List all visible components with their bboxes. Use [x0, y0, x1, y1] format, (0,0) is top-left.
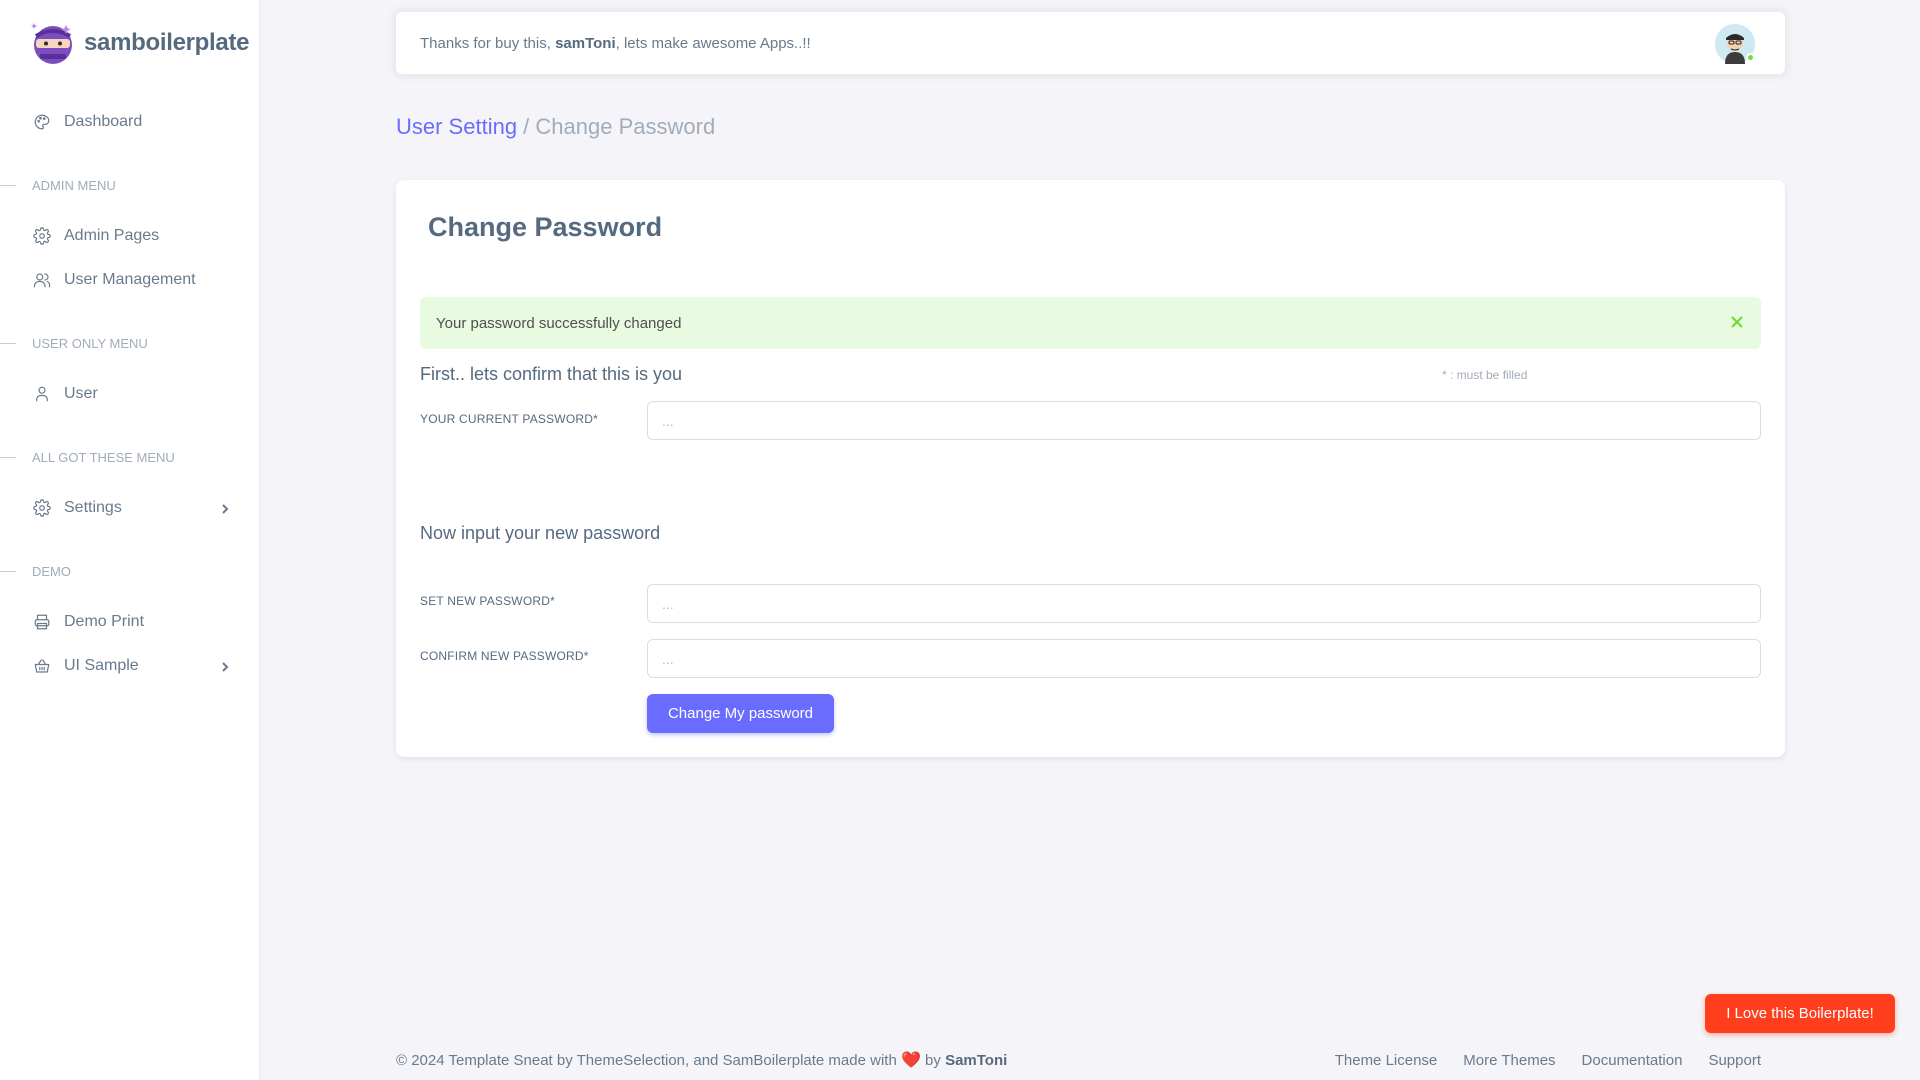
welcome-prefix: Thanks for buy this, [420, 34, 556, 52]
alert-text: Your password successfully changed [436, 314, 682, 332]
sidebar-item-user[interactable]: User [0, 372, 259, 416]
sidebar-item-label: Settings [64, 499, 122, 516]
welcome-suffix: , lets make awesome Apps..!! [615, 34, 811, 52]
copyright-prefix: © 2024 Template Sneat by ThemeSelection,… [396, 1052, 901, 1069]
avatar[interactable] [1715, 24, 1755, 64]
user-icon [32, 384, 52, 404]
required-note: * : must be filled [1442, 368, 1528, 382]
breadcrumb: User Setting / Change Password [396, 114, 715, 140]
confirm-section-title: First.. lets confirm that this is you [420, 364, 683, 384]
top-navbar: Thanks for buy this, samToni, lets make … [396, 12, 1785, 74]
menu-header-admin: ADMIN MENU [0, 174, 259, 196]
gear-icon [32, 226, 52, 246]
menu-header-all: ALL GOT THESE MENU [0, 446, 259, 468]
breadcrumb-current: Change Password [535, 114, 716, 139]
sidebar-item-demo-print[interactable]: Demo Print [0, 600, 259, 644]
footer-copyright: © 2024 Template Sneat by ThemeSelection,… [396, 1050, 1007, 1070]
sidebar-item-user-management[interactable]: User Management [0, 258, 259, 302]
close-icon[interactable] [1727, 312, 1747, 332]
footer-links: Theme License More Themes Documentation Sup… [1309, 1052, 1761, 1069]
ninja-logo-icon [31, 23, 72, 64]
new-password-section-title: Now input your new password [420, 523, 661, 543]
card-title: Change Password [428, 212, 663, 242]
new-password-label: SET NEW PASSWORD* [420, 594, 555, 608]
current-password-label: YOUR CURRENT PASSWORD* [420, 412, 598, 426]
copyright-by: by [920, 1052, 946, 1069]
footer-link-theme-license[interactable]: Theme License [1335, 1052, 1438, 1069]
love-boilerplate-button[interactable]: I Love this Boilerplate! [1705, 994, 1895, 1033]
sidebar-item-label: User [64, 385, 98, 402]
sidebar-item-label: Demo Print [64, 613, 145, 630]
users-icon [32, 270, 52, 290]
current-password-input[interactable] [647, 401, 1761, 440]
footer-link-documentation[interactable]: Documentation [1582, 1052, 1683, 1069]
new-password-input[interactable] [647, 584, 1761, 623]
chevron-right-icon [219, 502, 231, 514]
sidebar-item-settings[interactable]: Settings [0, 486, 259, 530]
sidebar-item-admin-pages[interactable]: Admin Pages [0, 214, 259, 258]
brand[interactable]: samboilerplate [0, 0, 259, 86]
sidebar-item-label: User Management [64, 271, 196, 288]
sidebar-item-label: UI Sample [64, 657, 139, 674]
sidebar-item-label: Dashboard [64, 113, 143, 130]
footer-link-support[interactable]: Support [1708, 1052, 1761, 1069]
change-password-button[interactable]: Change My password [647, 694, 834, 733]
palette-icon [32, 112, 52, 132]
success-alert: Your password successfully changed [420, 297, 1761, 349]
confirm-password-input[interactable] [647, 639, 1761, 678]
welcome-username: samToni [555, 34, 616, 52]
confirm-password-label: CONFIRM NEW PASSWORD* [420, 649, 589, 663]
gear-icon [32, 498, 52, 518]
basket-icon [32, 656, 52, 676]
heart-icon: ❤️ [900, 1052, 921, 1069]
chevron-right-icon [219, 660, 231, 672]
menu-header-demo: DEMO [0, 560, 259, 582]
sidebar-item-ui-sample[interactable]: UI Sample [0, 644, 259, 688]
footer-author: SamToni [945, 1052, 1008, 1069]
breadcrumb-separator: / [517, 114, 536, 139]
breadcrumb-parent[interactable]: User Setting [396, 114, 517, 139]
sidebar: samboilerplate Dashboard ADMIN MENU Admi… [0, 0, 260, 1080]
sidebar-item-dashboard[interactable]: Dashboard [0, 100, 259, 144]
sidebar-item-label: Admin Pages [64, 227, 160, 244]
menu-header-user-only: USER ONLY MENU [0, 332, 259, 354]
welcome-message: Thanks for buy this, samToni, lets make … [420, 35, 811, 52]
footer-link-more-themes[interactable]: More Themes [1463, 1052, 1555, 1069]
online-status-dot [1746, 53, 1755, 62]
printer-icon [32, 612, 52, 632]
footer: © 2024 Template Sneat by ThemeSelection,… [396, 1050, 1761, 1070]
change-password-card: Change Password Your password successful… [396, 180, 1785, 757]
brand-name: samboilerplate [84, 29, 250, 56]
